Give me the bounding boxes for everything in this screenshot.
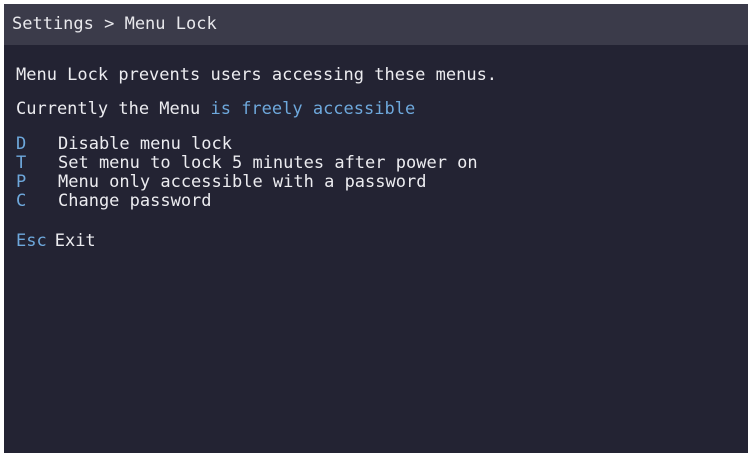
option-change-password[interactable]: C Change password <box>16 192 740 211</box>
exit-option[interactable]: Esc Exit <box>16 231 740 251</box>
main-content: Menu Lock prevents users accessing these… <box>16 65 740 251</box>
breadcrumb-text: Settings > Menu Lock <box>12 14 217 34</box>
options-list: D Disable menu lock T Set menu to lock 5… <box>16 135 740 211</box>
option-key: C <box>16 191 27 211</box>
exit-label: Exit <box>54 231 96 251</box>
option-key: T <box>16 153 27 173</box>
option-label: Change password <box>58 191 212 211</box>
description-text: Menu Lock prevents users accessing these… <box>16 65 498 85</box>
option-label: Set menu to lock 5 minutes after power o… <box>58 153 478 173</box>
option-label: Disable menu lock <box>58 134 232 154</box>
option-disable-menu-lock[interactable]: D Disable menu lock <box>16 135 740 154</box>
option-lock-after-power-on[interactable]: T Set menu to lock 5 minutes after power… <box>16 154 740 173</box>
option-key: D <box>16 134 27 154</box>
option-password-only[interactable]: P Menu only accessible with a password <box>16 173 740 192</box>
status-value: is freely accessible <box>210 99 416 119</box>
status-line: Currently the Menu is freely accessible <box>16 99 740 119</box>
option-label: Menu only accessible with a password <box>58 172 427 192</box>
breadcrumb: Settings > Menu Lock <box>4 4 748 45</box>
menu-lock-screen: Settings > Menu Lock Menu Lock prevents … <box>4 4 748 453</box>
exit-key: Esc <box>16 231 47 251</box>
status-prefix: Currently the Menu <box>16 99 201 119</box>
option-key: P <box>16 172 27 192</box>
